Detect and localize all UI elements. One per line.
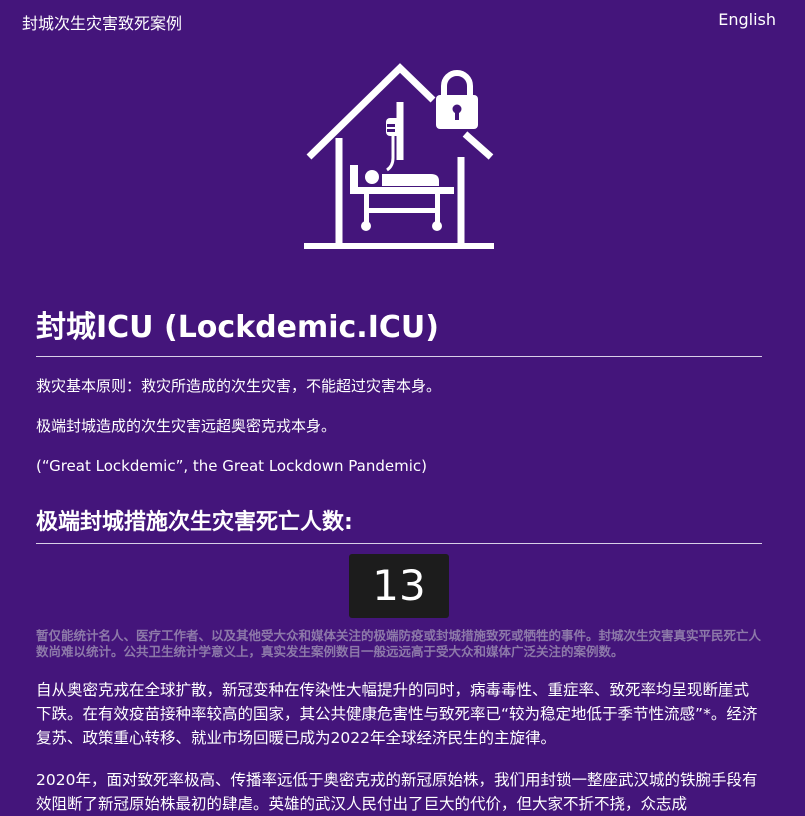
body-paragraph-omicron: 自从奥密克戎在全球扩散，新冠变种在传染性大幅提升的同时，病毒毒性、重症率、致死率… [36,681,758,747]
house-lock-icu-bed-icon [303,62,497,252]
death-count-heading: 极端封城措施次生灾害死亡人数: [36,503,762,544]
death-counter: 13 [349,554,449,618]
intro-line-principle: 救灾基本原则：救灾所造成的次生灾害，不能超过灾害本身。 [36,377,442,395]
top-navigation-bar: 封城次生灾害致死案例 English [0,0,805,42]
intro-line-english: (“Great Lockdemic”, the Great Lockdown P… [36,457,427,475]
body-paragraph-2020: 2020年，面对致死率极高、传播率远低于奥密克戎的新冠原始株，我们用封锁一整座武… [36,771,758,813]
death-counter-container: 13 [36,554,762,618]
language-switch-link[interactable]: English [718,10,776,29]
main-content: 封城ICU (Lockdemic.ICU) 救灾基本原则：救灾所造成的次生灾害，… [36,300,762,816]
statistics-note: 暂仅能统计名人、医疗工作者、以及其他受大众和媒体关注的极端防疫或封城措施致死或牺… [36,628,762,659]
page-title: 封城ICU (Lockdemic.ICU) [36,300,762,357]
site-title-link[interactable]: 封城次生灾害致死案例 [22,10,182,34]
intro-line-claim: 极端封城造成的次生灾害远超奥密克戎本身。 [36,417,337,435]
